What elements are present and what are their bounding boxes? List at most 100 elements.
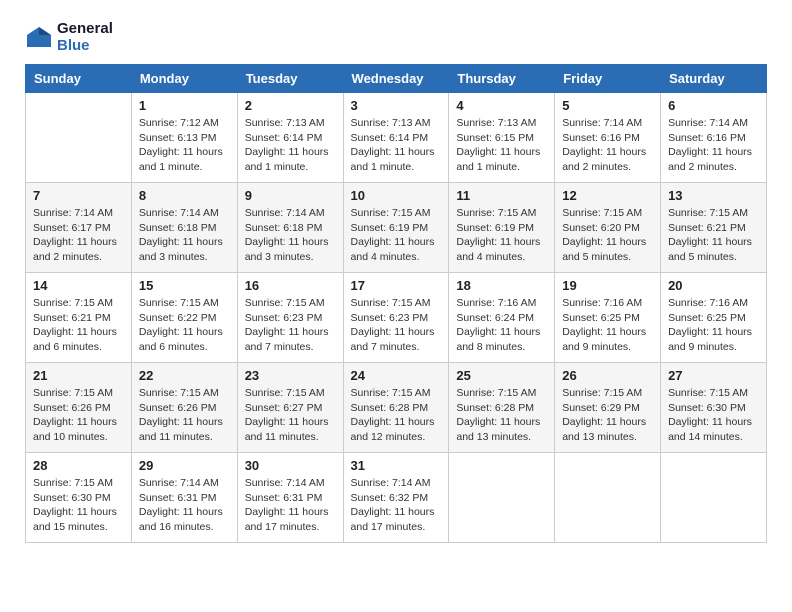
day-number: 24 — [351, 368, 442, 383]
day-number: 7 — [33, 188, 124, 203]
calendar-cell: 1 Sunrise: 7:12 AM Sunset: 6:13 PM Daylig… — [131, 93, 237, 183]
day-of-week-header: Thursday — [449, 65, 555, 93]
calendar-cell: 16 Sunrise: 7:15 AM Sunset: 6:23 PM Dayli… — [237, 273, 343, 363]
calendar-cell: 3 Sunrise: 7:13 AM Sunset: 6:14 PM Daylig… — [343, 93, 449, 183]
day-info: Sunrise: 7:15 AM Sunset: 6:29 PM Dayligh… — [562, 386, 653, 445]
day-number: 22 — [139, 368, 230, 383]
calendar-cell: 10Sunrise: 7:15 AM Sunset: 6:19 PM Dayli… — [343, 183, 449, 273]
day-number: 26 — [562, 368, 653, 383]
calendar-cell: 4 Sunrise: 7:13 AM Sunset: 6:15 PM Daylig… — [449, 93, 555, 183]
day-of-week-header: Sunday — [26, 65, 132, 93]
calendar-cell: 22 Sunrise: 7:15 AM Sunset: 6:26 PM Dayli… — [131, 363, 237, 453]
calendar-cell: 18 Sunrise: 7:16 AM Sunset: 6:24 PM Dayli… — [449, 273, 555, 363]
day-number: 1 — [139, 98, 230, 113]
calendar-cell: 27Sunrise: 7:15 AM Sunset: 6:30 PM Dayli… — [661, 363, 767, 453]
calendar-week-row: 21 Sunrise: 7:15 AM Sunset: 6:26 PM Dayli… — [26, 363, 767, 453]
calendar-table: SundayMondayTuesdayWednesdayThursdayFrid… — [25, 64, 767, 543]
calendar-week-row: 28 Sunrise: 7:15 AM Sunset: 6:30 PM Dayli… — [26, 453, 767, 543]
calendar-cell: 5 Sunrise: 7:14 AM Sunset: 6:16 PM Daylig… — [555, 93, 661, 183]
logo-icon — [25, 25, 53, 49]
calendar-cell: 8 Sunrise: 7:14 AM Sunset: 6:18 PM Daylig… — [131, 183, 237, 273]
calendar-cell — [555, 453, 661, 543]
day-of-week-header: Friday — [555, 65, 661, 93]
calendar-cell: 29 Sunrise: 7:14 AM Sunset: 6:31 PM Dayli… — [131, 453, 237, 543]
day-info: Sunrise: 7:13 AM Sunset: 6:15 PM Dayligh… — [456, 116, 547, 175]
day-number: 6 — [668, 98, 759, 113]
day-number: 10 — [351, 188, 442, 203]
calendar-cell: 24 Sunrise: 7:15 AM Sunset: 6:28 PM Dayli… — [343, 363, 449, 453]
day-info: Sunrise: 7:14 AM Sunset: 6:18 PM Dayligh… — [245, 206, 336, 265]
day-info: Sunrise: 7:15 AM Sunset: 6:19 PM Dayligh… — [456, 206, 547, 265]
calendar-cell: 28 Sunrise: 7:15 AM Sunset: 6:30 PM Dayli… — [26, 453, 132, 543]
day-number: 28 — [33, 458, 124, 473]
day-number: 29 — [139, 458, 230, 473]
day-info: Sunrise: 7:12 AM Sunset: 6:13 PM Dayligh… — [139, 116, 230, 175]
day-number: 19 — [562, 278, 653, 293]
calendar-cell: 7 Sunrise: 7:14 AM Sunset: 6:17 PM Daylig… — [26, 183, 132, 273]
day-number: 4 — [456, 98, 547, 113]
day-info: Sunrise: 7:16 AM Sunset: 6:24 PM Dayligh… — [456, 296, 547, 355]
day-info: Sunrise: 7:14 AM Sunset: 6:31 PM Dayligh… — [139, 476, 230, 535]
day-info: Sunrise: 7:15 AM Sunset: 6:27 PM Dayligh… — [245, 386, 336, 445]
day-info: Sunrise: 7:14 AM Sunset: 6:32 PM Dayligh… — [351, 476, 442, 535]
day-number: 13 — [668, 188, 759, 203]
day-number: 17 — [351, 278, 442, 293]
day-number: 18 — [456, 278, 547, 293]
calendar-cell: 14 Sunrise: 7:15 AM Sunset: 6:21 PM Dayli… — [26, 273, 132, 363]
calendar-cell: 31 Sunrise: 7:14 AM Sunset: 6:32 PM Dayli… — [343, 453, 449, 543]
day-info: Sunrise: 7:14 AM Sunset: 6:16 PM Dayligh… — [668, 116, 759, 175]
day-info: Sunrise: 7:15 AM Sunset: 6:26 PM Dayligh… — [139, 386, 230, 445]
calendar-cell: 26 Sunrise: 7:15 AM Sunset: 6:29 PM Dayli… — [555, 363, 661, 453]
day-number: 3 — [351, 98, 442, 113]
day-number: 20 — [668, 278, 759, 293]
day-of-week-header: Tuesday — [237, 65, 343, 93]
calendar-cell — [449, 453, 555, 543]
day-info: Sunrise: 7:14 AM Sunset: 6:16 PM Dayligh… — [562, 116, 653, 175]
calendar-cell — [661, 453, 767, 543]
day-info: Sunrise: 7:13 AM Sunset: 6:14 PM Dayligh… — [245, 116, 336, 175]
day-info: Sunrise: 7:14 AM Sunset: 6:18 PM Dayligh… — [139, 206, 230, 265]
day-number: 30 — [245, 458, 336, 473]
calendar-week-row: 1 Sunrise: 7:12 AM Sunset: 6:13 PM Daylig… — [26, 93, 767, 183]
calendar-cell: 20Sunrise: 7:16 AM Sunset: 6:25 PM Dayli… — [661, 273, 767, 363]
calendar-cell: 2 Sunrise: 7:13 AM Sunset: 6:14 PM Daylig… — [237, 93, 343, 183]
day-number: 8 — [139, 188, 230, 203]
day-info: Sunrise: 7:14 AM Sunset: 6:17 PM Dayligh… — [33, 206, 124, 265]
day-of-week-header: Saturday — [661, 65, 767, 93]
day-info: Sunrise: 7:15 AM Sunset: 6:28 PM Dayligh… — [351, 386, 442, 445]
logo: General Blue — [25, 20, 113, 54]
calendar-header-row: SundayMondayTuesdayWednesdayThursdayFrid… — [26, 65, 767, 93]
day-number: 2 — [245, 98, 336, 113]
day-number: 21 — [33, 368, 124, 383]
day-info: Sunrise: 7:15 AM Sunset: 6:28 PM Dayligh… — [456, 386, 547, 445]
day-number: 15 — [139, 278, 230, 293]
day-number: 5 — [562, 98, 653, 113]
logo-text: General Blue — [57, 20, 113, 54]
day-of-week-header: Monday — [131, 65, 237, 93]
day-info: Sunrise: 7:13 AM Sunset: 6:14 PM Dayligh… — [351, 116, 442, 175]
day-number: 9 — [245, 188, 336, 203]
calendar-week-row: 14 Sunrise: 7:15 AM Sunset: 6:21 PM Dayli… — [26, 273, 767, 363]
day-of-week-header: Wednesday — [343, 65, 449, 93]
day-info: Sunrise: 7:15 AM Sunset: 6:30 PM Dayligh… — [33, 476, 124, 535]
day-info: Sunrise: 7:15 AM Sunset: 6:26 PM Dayligh… — [33, 386, 124, 445]
day-number: 16 — [245, 278, 336, 293]
day-info: Sunrise: 7:16 AM Sunset: 6:25 PM Dayligh… — [562, 296, 653, 355]
calendar-cell: 12Sunrise: 7:15 AM Sunset: 6:20 PM Dayli… — [555, 183, 661, 273]
day-info: Sunrise: 7:15 AM Sunset: 6:23 PM Dayligh… — [351, 296, 442, 355]
calendar-cell: 30Sunrise: 7:14 AM Sunset: 6:31 PM Dayli… — [237, 453, 343, 543]
day-number: 12 — [562, 188, 653, 203]
day-info: Sunrise: 7:15 AM Sunset: 6:23 PM Dayligh… — [245, 296, 336, 355]
day-number: 14 — [33, 278, 124, 293]
calendar-cell: 13Sunrise: 7:15 AM Sunset: 6:21 PM Dayli… — [661, 183, 767, 273]
day-number: 31 — [351, 458, 442, 473]
calendar-cell: 15 Sunrise: 7:15 AM Sunset: 6:22 PM Dayli… — [131, 273, 237, 363]
day-info: Sunrise: 7:15 AM Sunset: 6:21 PM Dayligh… — [33, 296, 124, 355]
calendar-cell — [26, 93, 132, 183]
day-info: Sunrise: 7:15 AM Sunset: 6:22 PM Dayligh… — [139, 296, 230, 355]
calendar-cell: 9 Sunrise: 7:14 AM Sunset: 6:18 PM Daylig… — [237, 183, 343, 273]
calendar-cell: 17 Sunrise: 7:15 AM Sunset: 6:23 PM Dayli… — [343, 273, 449, 363]
calendar-week-row: 7 Sunrise: 7:14 AM Sunset: 6:17 PM Daylig… — [26, 183, 767, 273]
day-number: 11 — [456, 188, 547, 203]
calendar-cell: 6 Sunrise: 7:14 AM Sunset: 6:16 PM Daylig… — [661, 93, 767, 183]
